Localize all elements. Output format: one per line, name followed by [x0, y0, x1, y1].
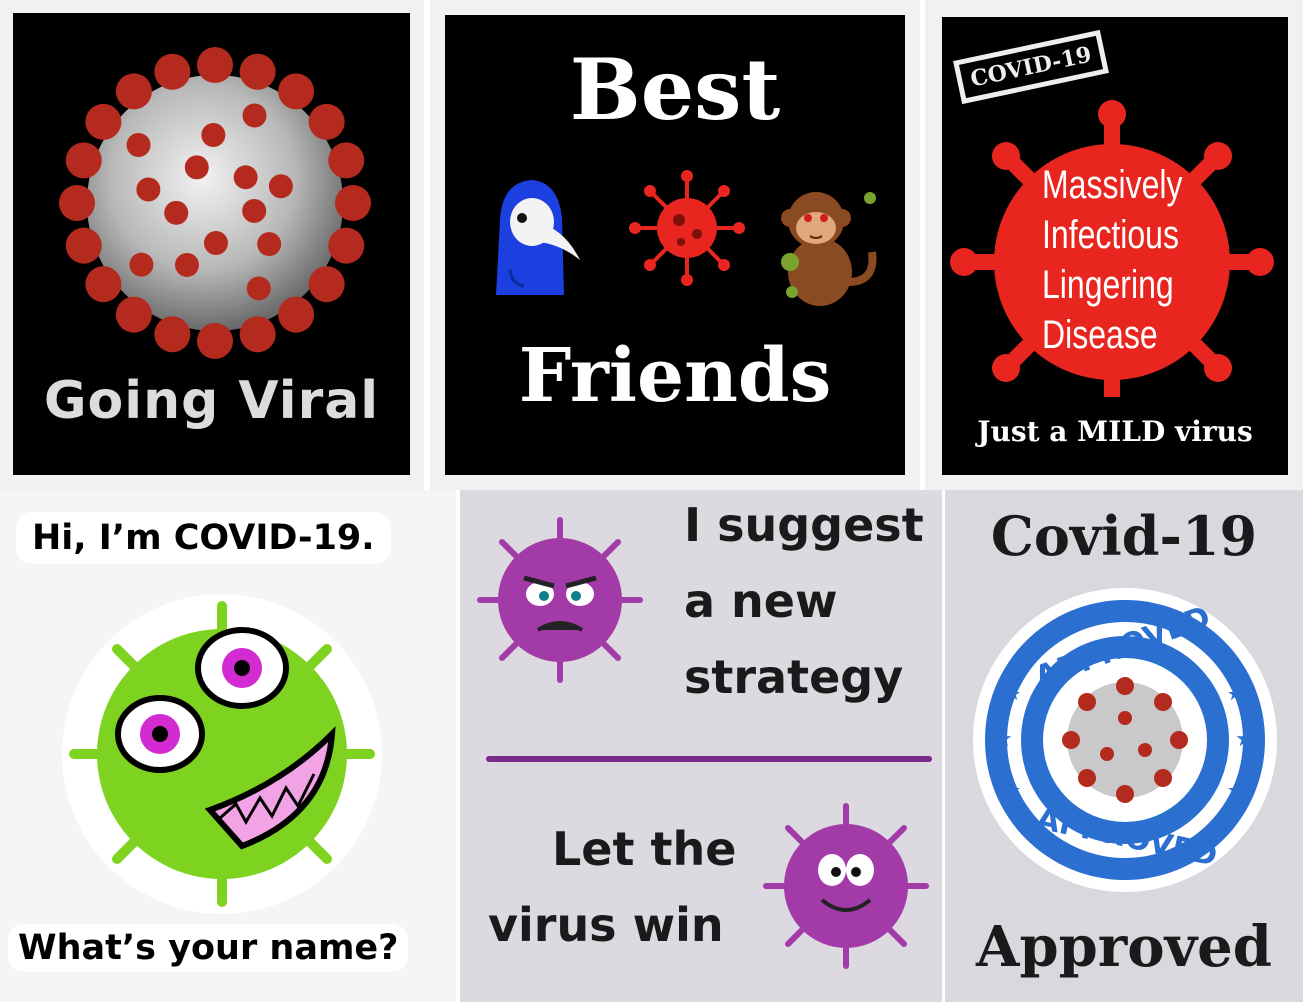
best-title: Best	[569, 40, 781, 139]
happy-purple-virus	[763, 803, 929, 969]
sticker-hi-covid[interactable]: Hi, I’m COVID-19. What’s your name?	[0, 490, 456, 1002]
strategy-line-3: strategy	[684, 650, 904, 704]
svg-text:★: ★	[1005, 684, 1021, 705]
hi-covid-text: Hi, I’m COVID-19.	[16, 512, 391, 564]
svg-text:★: ★	[993, 727, 1013, 752]
svg-text:★: ★	[1227, 684, 1243, 705]
strategy-line-2: a new	[684, 574, 838, 628]
acrostic-line-3: Lingering	[1042, 263, 1174, 307]
sticker-best-friends[interactable]: Best Friends	[430, 0, 920, 490]
divider-line	[486, 756, 932, 762]
approved-title: Covid-19	[990, 504, 1258, 568]
strategy-line-1: I suggest	[684, 498, 924, 552]
acrostic-line-2: Infectious	[1042, 213, 1179, 257]
acrostic-line-1: Massively	[1042, 163, 1183, 207]
svg-text:★: ★	[1227, 780, 1243, 801]
plague-doctor-icon	[496, 180, 580, 295]
sticker-going-viral[interactable]: Going Viral	[0, 0, 424, 490]
monkey-icon	[781, 192, 877, 306]
acrostic-line-4: Disease	[1042, 313, 1158, 357]
mild-footer: Just a MILD virus	[977, 415, 1253, 448]
going-viral-caption: Going Viral	[43, 371, 380, 431]
virus-icon	[629, 170, 745, 286]
friends-title: Friends	[518, 333, 832, 419]
angry-purple-virus	[477, 517, 643, 683]
strategy-line-5: virus win	[488, 898, 724, 952]
green-virus-character	[62, 594, 382, 914]
strategy-line-4: Let the	[552, 822, 737, 876]
coronavirus-illustration	[59, 47, 371, 359]
svg-text:★: ★	[1235, 727, 1255, 752]
sticker-approved[interactable]: Covid-19 ★ ★ ★ ★ ★ ★ APPROVED APPROVED A…	[945, 490, 1303, 1002]
whats-your-name-text: What’s your name?	[8, 924, 409, 972]
svg-text:★: ★	[1005, 780, 1021, 801]
approved-bottom-text: Approved	[976, 914, 1272, 980]
sticker-mild-virus[interactable]: COVID-19 Massively Infectious Lingering …	[925, 0, 1303, 490]
sticker-new-strategy[interactable]: I suggest a new strategy Let the virus w…	[460, 490, 942, 1002]
